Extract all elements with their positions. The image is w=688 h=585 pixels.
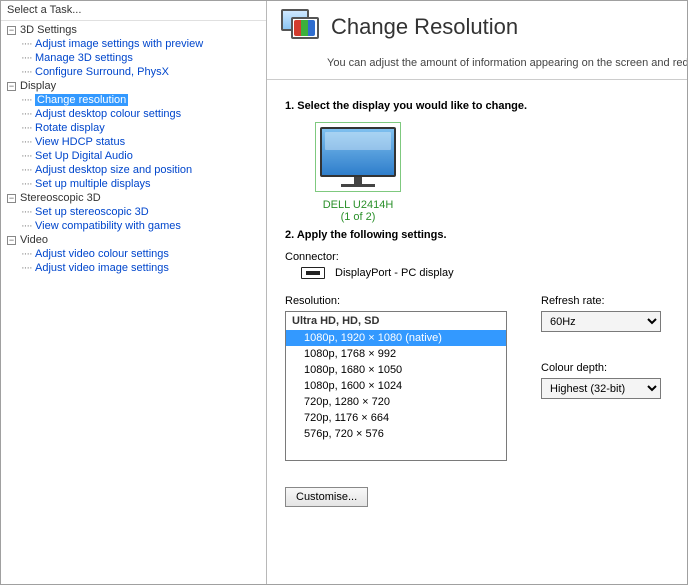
tree-item[interactable]: ····Adjust image settings with preview (21, 37, 266, 51)
tree-group-display[interactable]: −Display (3, 79, 266, 93)
tree-connector-icon: ···· (21, 122, 35, 134)
tree-item[interactable]: ····Adjust video colour settings (21, 247, 266, 261)
tree-item[interactable]: ····Rotate display (21, 121, 266, 135)
minus-icon[interactable]: − (7, 82, 16, 91)
tree-item-label: Set up stereoscopic 3D (35, 206, 149, 218)
tree-item[interactable]: ····View HDCP status (21, 135, 266, 149)
tree-item[interactable]: ····Set up multiple displays (21, 177, 266, 191)
tree-item-label: Adjust video image settings (35, 262, 169, 274)
page-title: Change Resolution (331, 14, 518, 40)
display-sub: (1 of 2) (303, 211, 413, 223)
tree-item-label: Change resolution (35, 94, 128, 106)
colour-depth-label: Colour depth: (541, 362, 661, 374)
display-selector[interactable]: DELL U2414H (1 of 2) (303, 122, 413, 223)
tree-connector-icon: ···· (21, 178, 35, 190)
content-area: 1. Select the display you would like to … (267, 94, 687, 507)
tree-item-label: Rotate display (35, 122, 105, 134)
connector-label: Connector: (285, 251, 687, 263)
tree-group-label: Video (20, 234, 48, 246)
app-window: Select a Task... −3D Settings····Adjust … (0, 0, 688, 585)
step1-title: 1. Select the display you would like to … (285, 100, 687, 112)
connector-row: DisplayPort - PC display (301, 267, 687, 279)
resolution-option[interactable]: 720p, 1176 × 664 (286, 410, 506, 426)
tree-connector-icon: ···· (21, 136, 35, 148)
display-name: DELL U2414H (303, 199, 413, 211)
tree-connector-icon: ···· (21, 150, 35, 162)
tree-item[interactable]: ····Set up stereoscopic 3D (21, 205, 266, 219)
connector-value: DisplayPort - PC display (335, 267, 454, 279)
display-caption: DELL U2414H (1 of 2) (303, 199, 413, 223)
tree-item-label: View HDCP status (35, 136, 125, 148)
tree-connector-icon: ···· (21, 262, 35, 274)
tree-item[interactable]: ····Set Up Digital Audio (21, 149, 266, 163)
page-subtitle: You can adjust the amount of information… (267, 51, 687, 79)
tree-item-label: Set up multiple displays (35, 178, 151, 190)
resolution-option[interactable]: 1080p, 1768 × 992 (286, 346, 506, 362)
tree-connector-icon: ···· (21, 248, 35, 260)
customise-button[interactable]: Customise... (285, 487, 368, 507)
resolution-listbox[interactable]: Ultra HD, HD, SD 1080p, 1920 × 1080 (nat… (285, 311, 507, 461)
task-sidebar: Select a Task... −3D Settings····Adjust … (1, 1, 267, 584)
minus-icon[interactable]: − (7, 26, 16, 35)
tree-item[interactable]: ····View compatibility with games (21, 219, 266, 233)
minus-icon[interactable]: − (7, 194, 16, 203)
task-tree: −3D Settings····Adjust image settings wi… (1, 21, 266, 584)
tree-item[interactable]: ····Adjust desktop size and position (21, 163, 266, 177)
tree-group-video[interactable]: −Video (3, 233, 266, 247)
monitor-icon (320, 127, 396, 187)
tree-group-3d-settings[interactable]: −3D Settings (3, 23, 266, 37)
tree-item-label: Adjust desktop size and position (35, 164, 192, 176)
tree-group-stereoscopic-3d[interactable]: −Stereoscopic 3D (3, 191, 266, 205)
resolution-group-header: Ultra HD, HD, SD (286, 312, 506, 330)
tree-item[interactable]: ····Adjust desktop colour settings (21, 107, 266, 121)
change-resolution-icon (281, 9, 321, 45)
minus-icon[interactable]: − (7, 236, 16, 245)
tree-item-label: Configure Surround, PhysX (35, 66, 169, 78)
tree-group-label: 3D Settings (20, 24, 77, 36)
header-divider (267, 79, 687, 80)
tree-item-label: Manage 3D settings (35, 52, 133, 64)
sidebar-header: Select a Task... (1, 1, 266, 21)
colour-depth-select[interactable]: Highest (32-bit) (541, 378, 661, 399)
displayport-icon (301, 267, 325, 279)
resolution-option[interactable]: 1080p, 1920 × 1080 (native) (286, 330, 506, 346)
refresh-rate-label: Refresh rate: (541, 295, 661, 307)
main-header: Change Resolution (267, 1, 687, 51)
tree-item-label: Adjust image settings with preview (35, 38, 203, 50)
tree-item-label: View compatibility with games (35, 220, 181, 232)
resolution-option[interactable]: 1080p, 1600 × 1024 (286, 378, 506, 394)
resolution-option[interactable]: 576p, 720 × 576 (286, 426, 506, 442)
tree-item[interactable]: ····Manage 3D settings (21, 51, 266, 65)
tree-item-label: Adjust video colour settings (35, 248, 169, 260)
tree-item-label: Adjust desktop colour settings (35, 108, 181, 120)
resolution-option[interactable]: 720p, 1280 × 720 (286, 394, 506, 410)
step2-title: 2. Apply the following settings. (285, 229, 687, 241)
tree-group-label: Display (20, 80, 56, 92)
refresh-rate-select[interactable]: 60Hz (541, 311, 661, 332)
tree-item[interactable]: ····Configure Surround, PhysX (21, 65, 266, 79)
main-panel: Change Resolution You can adjust the amo… (267, 1, 687, 584)
tree-connector-icon: ···· (21, 66, 35, 78)
tree-group-label: Stereoscopic 3D (20, 192, 101, 204)
resolution-option[interactable]: 1080p, 1680 × 1050 (286, 362, 506, 378)
tree-connector-icon: ···· (21, 38, 35, 50)
tree-connector-icon: ···· (21, 220, 35, 232)
tree-connector-icon: ···· (21, 94, 35, 106)
tree-connector-icon: ···· (21, 52, 35, 64)
resolution-label: Resolution: (285, 295, 507, 307)
tree-connector-icon: ···· (21, 164, 35, 176)
tree-item[interactable]: ····Change resolution (21, 93, 266, 107)
tree-connector-icon: ···· (21, 206, 35, 218)
tree-connector-icon: ···· (21, 108, 35, 120)
tree-item[interactable]: ····Adjust video image settings (21, 261, 266, 275)
tree-item-label: Set Up Digital Audio (35, 150, 133, 162)
